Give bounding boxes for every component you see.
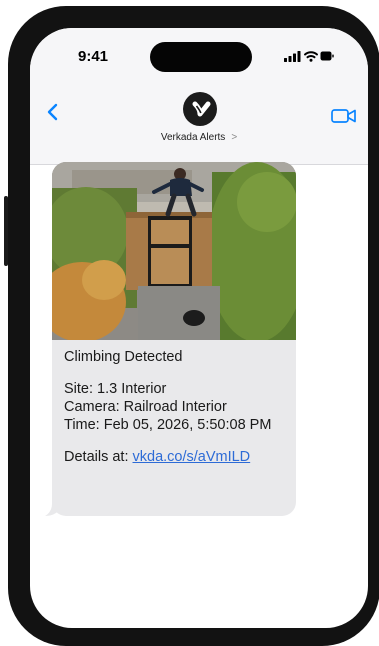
status-time: 9:41 <box>78 48 109 65</box>
back-chevron-icon[interactable] <box>44 102 64 122</box>
volume-button <box>4 196 8 266</box>
battery-icon <box>320 51 334 61</box>
conversation-header: Verkada Alerts > <box>30 84 368 165</box>
alert-snapshot-image[interactable] <box>52 162 296 340</box>
alert-details-row: Details at: vkda.co/s/aVmILD <box>64 448 292 466</box>
phone-screen: 9:41 Verkada Alerts > Climbing Detected … <box>30 28 368 628</box>
contact-name-row[interactable]: Verkada Alerts > <box>30 132 368 143</box>
status-bar: 9:41 <box>30 28 368 84</box>
alert-time: Time: Feb 05, 2026, 5:50:08 PM <box>64 417 272 433</box>
alert-site: Site: 1.3 Interior <box>64 381 167 397</box>
details-link[interactable]: vkda.co/s/aVmILD <box>133 449 251 465</box>
verkada-logo-icon <box>192 101 211 117</box>
wifi-icon <box>304 51 318 62</box>
phone-frame: 9:41 Verkada Alerts > Climbing Detected … <box>4 6 379 646</box>
details-prefix: Details at: <box>64 449 133 465</box>
contact-details-chevron: > <box>231 132 238 143</box>
status-icons <box>284 51 334 62</box>
contact-name: Verkada Alerts <box>160 132 226 143</box>
video-call-icon[interactable] <box>330 106 358 126</box>
alert-camera: Camera: Railroad Interior <box>64 399 227 415</box>
cellular-signal-icon <box>284 51 301 62</box>
camera-snapshot <box>52 162 296 340</box>
alert-title: Climbing Detected <box>64 349 183 365</box>
contact-avatar[interactable] <box>183 92 217 126</box>
message-text: Climbing Detected Site: 1.3 Interior Cam… <box>64 348 292 466</box>
dynamic-island <box>150 42 252 72</box>
